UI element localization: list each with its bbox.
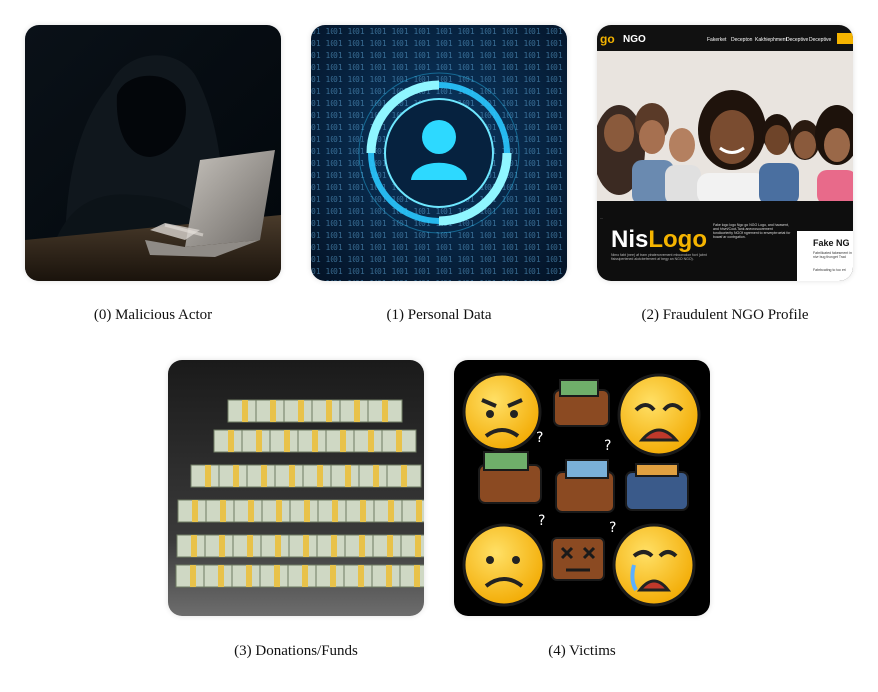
personal-data-image: 01 10 [311,25,567,281]
site-side-text-2: Fabrbcating to toc eri [813,268,846,272]
cash-band [416,500,422,522]
site-nav-item: Kakhiephment [755,37,788,43]
site-headline: NisLogo [611,226,707,253]
cash-band [302,565,308,587]
cash-band [256,430,262,452]
cash-band [219,535,225,557]
site-nav-item: Fakerket [707,37,727,43]
sad-emoji-icon [462,523,546,607]
crying-emoji-icon [617,373,701,457]
svg-text:?: ? [536,430,543,446]
cash-band [326,400,332,422]
cash-band [247,535,253,557]
cash-stack [399,564,424,588]
site-nav-item: Deceptive [786,37,808,43]
cash-band [345,465,351,487]
cash-band [270,400,276,422]
empty-wallet-icon [551,537,605,581]
cash-band [228,430,234,452]
cash-band [304,500,310,522]
cash-band [312,430,318,452]
cash-band [275,535,281,557]
cash-band [274,565,280,587]
cash-band [284,430,290,452]
site-body-text: Fake logo logo Ngo go NGO Logo, and haow… [713,223,791,239]
cash-band [386,565,392,587]
cash-band [373,465,379,487]
cash-band [354,400,360,422]
site-body-text-lower: Nimo fabt (nee) af tram ytraterorvement … [611,253,707,261]
svg-text:?: ? [538,513,545,529]
cash-band [388,500,394,522]
cash-band [298,400,304,422]
cash-band [218,565,224,587]
caption-donations-funds: (3) Donations/Funds [234,643,358,659]
hooded-hacker-icon [25,25,281,281]
victims-image: ? ? ? ? [454,360,710,616]
cash-band [261,465,267,487]
fake-ngo-website-icon: go NGO Fakerket Decepton Kakhiephment De… [597,25,853,281]
svg-text:?: ? [604,438,611,454]
cash-band [382,400,388,422]
cash-band [317,465,323,487]
cash-band [191,535,197,557]
sad-emoji-icon [462,372,542,452]
cash-band [414,565,420,587]
cash-band [415,535,421,557]
cash-band [289,465,295,487]
site-brand: NGO [623,34,646,45]
malicious-actor-image [25,25,281,281]
caption-personal-data: (1) Personal Data [386,307,492,323]
site-cta-button [837,33,853,44]
sad-emoji-wallets-icon: ? ? ? ? [454,360,710,616]
cash-band [401,465,407,487]
cash-stacks-icon [168,360,424,616]
site-side-text: Fabrillcated fakesment in nivr bug thovg… [813,251,852,259]
cash-band [303,535,309,557]
cash-band [331,535,337,557]
cash-band [340,430,346,452]
donations-funds-image [168,360,424,616]
fraudulent-ngo-profile-image: go NGO Fakerket Decepton Kakhiephment De… [597,25,853,281]
cash-band [205,465,211,487]
site-side-title: Fake NG [813,238,850,248]
wallet-icon [625,463,689,511]
binary-user-target-icon: 01 10 [311,25,567,281]
cash-band [190,565,196,587]
cash-band [246,565,252,587]
caption-victims: (4) Victims [548,643,616,659]
caption-malicious-actor: (0) Malicious Actor [93,307,213,323]
site-logo: go [600,32,615,46]
cash-band [330,565,336,587]
cash-band [359,535,365,557]
caption-fraudulent-ngo-profile: (2) Fraudulent NGO Profile [641,307,809,323]
cash-band [192,500,198,522]
cash-band [387,535,393,557]
cash-band [332,500,338,522]
cash-band [220,500,226,522]
cash-band [396,430,402,452]
svg-text:?: ? [609,520,616,536]
cash-band [276,500,282,522]
cash-band [233,465,239,487]
cash-band [242,400,248,422]
crying-emoji-icon [612,523,696,607]
cash-band [368,430,374,452]
site-nav-item: Decepton [731,37,753,43]
svg-text:...: ... [600,215,603,220]
cash-band [358,565,364,587]
cash-band [248,500,254,522]
cash-band [360,500,366,522]
site-nav-item: Deceptive [809,37,831,43]
